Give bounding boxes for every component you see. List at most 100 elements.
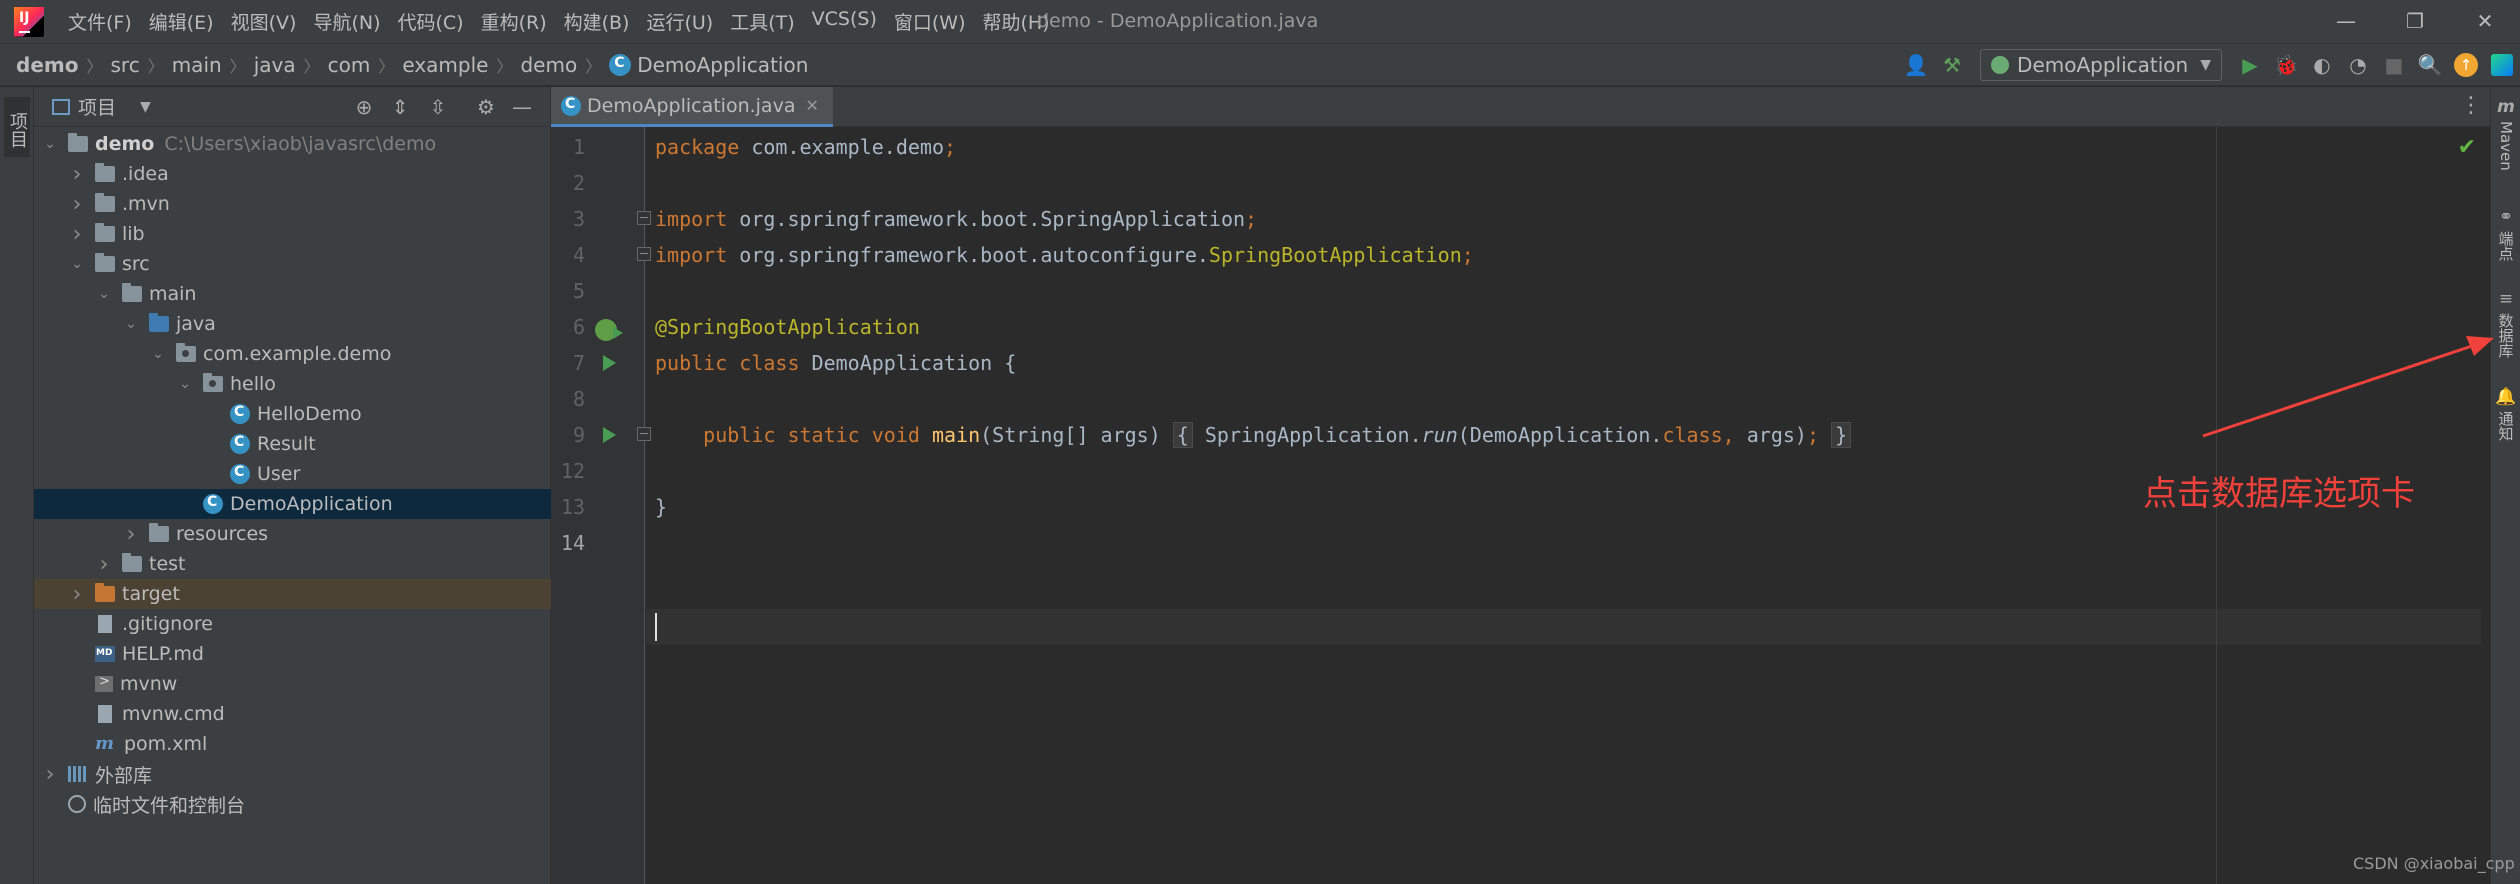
profile-icon[interactable]: ◔ <box>2340 47 2376 83</box>
tool-tab-notifications[interactable]: 🔔 通知 <box>2491 387 2520 441</box>
debug-icon[interactable]: 🐞 <box>2268 47 2304 83</box>
menu-item[interactable]: 重构(R) <box>481 8 547 35</box>
run-icon[interactable]: ▶ <box>2232 47 2268 83</box>
tree-item[interactable]: › test <box>34 549 551 579</box>
editor-gutter[interactable]: 1 2 3 4 5 6 7 8 9 12 13 14 <box>551 127 651 884</box>
restore-button[interactable]: ❐ <box>2400 6 2430 36</box>
menu-item[interactable]: 运行(U) <box>646 8 713 35</box>
breadcrumb-item[interactable]: src <box>110 53 139 77</box>
locate-file-icon[interactable]: ⊕ <box>350 93 378 121</box>
tree-item[interactable]: › .mvn <box>34 189 551 219</box>
tree-item[interactable]: ›mvnw <box>34 669 551 699</box>
tree-item[interactable]: › resources <box>34 519 551 549</box>
chevron-down-icon[interactable]: ⌄ <box>177 376 193 392</box>
menu-item[interactable]: VCS(S) <box>812 8 877 35</box>
chevron-right-icon[interactable]: › <box>42 762 58 787</box>
spring-bean-gutter-icon[interactable] <box>595 319 623 341</box>
breadcrumb-item[interactable]: example <box>402 53 488 77</box>
chevron-right-icon[interactable]: › <box>69 582 85 607</box>
java-class-icon <box>561 95 581 116</box>
tree-item[interactable]: ›.gitignore <box>34 609 551 639</box>
breadcrumb-item[interactable]: demo <box>520 53 577 77</box>
chevron-down-icon[interactable]: ⌄ <box>123 316 139 332</box>
chevron-down-icon[interactable]: ⌄ <box>42 136 58 152</box>
tree-item[interactable]: ›Result <box>34 429 551 459</box>
chevron-right-icon[interactable]: › <box>123 522 139 547</box>
build-hammer-icon[interactable]: ⚒ <box>1934 47 1970 83</box>
intellij-logo-icon[interactable]: IJ <box>14 6 44 37</box>
expand-all-icon[interactable]: ⇕ <box>386 93 414 121</box>
breadcrumb-item[interactable]: demo <box>16 53 78 77</box>
chevron-right-icon[interactable]: › <box>69 192 85 217</box>
breadcrumb-item[interactable]: java <box>254 53 296 77</box>
tree-item[interactable]: ⌄ com.example.demo <box>34 339 551 369</box>
menu-item[interactable]: 窗口(W) <box>894 8 966 35</box>
tree-item[interactable]: ⌄ java <box>34 309 551 339</box>
menu-item[interactable]: 编辑(E) <box>149 8 214 35</box>
tree-item[interactable]: ›DemoApplication <box>34 489 551 519</box>
stop-icon[interactable]: ■ <box>2376 47 2412 83</box>
tree-item[interactable]: ›HELP.md <box>34 639 551 669</box>
tree-item[interactable]: › lib <box>34 219 551 249</box>
chevron-right-icon[interactable]: › <box>96 552 112 577</box>
tree-item[interactable]: ›User <box>34 459 551 489</box>
menu-item[interactable]: 导航(N) <box>313 8 380 35</box>
menu-item[interactable]: 代码(C) <box>397 8 463 35</box>
tree-item[interactable]: › target <box>34 579 551 609</box>
tree-item[interactable]: ›mpom.xml <box>34 729 551 759</box>
run-configuration-dropdown[interactable]: DemoApplication ▼ <box>1980 49 2222 81</box>
chevron-right-icon[interactable]: › <box>69 162 85 187</box>
tree-item[interactable]: ⌄ main <box>34 279 551 309</box>
view-dropdown-icon[interactable]: ▼ <box>140 99 151 115</box>
project-tool-tab[interactable]: 项目 <box>4 97 30 157</box>
code-token: ; <box>943 135 957 159</box>
hide-panel-icon[interactable]: — <box>508 93 536 121</box>
code-token[interactable]: } <box>1831 422 1852 448</box>
run-gutter-icon[interactable] <box>603 427 616 443</box>
user-profile-icon[interactable]: 👤 <box>1898 47 1934 83</box>
inspection-ok-icon[interactable]: ✔ <box>2458 135 2476 160</box>
tree-item[interactable]: ⌄ hello <box>34 369 551 399</box>
chevron-down-icon[interactable]: ⌄ <box>96 286 112 302</box>
breadcrumb-separator-icon: 〉 <box>496 56 513 76</box>
tool-tab-database[interactable]: ≡ 数据库 <box>2491 289 2520 358</box>
tool-tab-endpoints[interactable]: ⚭ 端点 <box>2491 207 2520 261</box>
close-button[interactable]: ✕ <box>2470 6 2500 36</box>
menu-item[interactable]: 视图(V) <box>231 8 297 35</box>
minimize-button[interactable]: — <box>2331 6 2361 36</box>
tool-tab-maven[interactable]: m Maven <box>2491 97 2520 171</box>
ide-features-icon[interactable] <box>2484 47 2520 83</box>
tree-item-label: resources <box>176 523 269 545</box>
coverage-icon[interactable]: ◐ <box>2304 47 2340 83</box>
chevron-down-icon[interactable]: ⌄ <box>69 256 85 272</box>
tab-demoapplication-java[interactable]: DemoApplication.java ✕ <box>551 87 833 127</box>
chevron-down-icon[interactable]: ⌄ <box>150 346 166 362</box>
gear-icon[interactable]: ⚙ <box>472 93 500 121</box>
search-icon[interactable]: 🔍 <box>2412 47 2448 83</box>
breadcrumb-item[interactable]: DemoApplication <box>637 53 808 77</box>
folder-icon <box>95 223 115 242</box>
tree-item[interactable]: › 外部库 <box>34 759 551 789</box>
tree-item[interactable]: ⌄ src <box>34 249 551 279</box>
close-tab-icon[interactable]: ✕ <box>805 96 818 115</box>
menu-item[interactable]: 构建(B) <box>564 8 630 35</box>
more-options-icon[interactable]: ⋮ <box>2460 93 2482 118</box>
breadcrumb-item[interactable]: com <box>328 53 371 77</box>
tree-item[interactable]: ⌄ demo C:\Users\xiaob\javasrc\demo <box>34 129 551 159</box>
tree-item[interactable]: ›HelloDemo <box>34 399 551 429</box>
fold-marker-icon[interactable] <box>637 247 651 261</box>
fold-marker-icon[interactable] <box>637 211 651 225</box>
menu-item[interactable]: 文件(F) <box>68 8 132 35</box>
tree-item[interactable]: ›mvnw.cmd <box>34 699 551 729</box>
fold-marker-icon[interactable] <box>637 427 651 441</box>
update-icon[interactable]: ↑ <box>2448 47 2484 83</box>
tree-item[interactable]: › .idea <box>34 159 551 189</box>
code-token[interactable]: { <box>1172 422 1193 448</box>
project-panel-title[interactable]: 项目 <box>78 93 116 120</box>
run-gutter-icon[interactable] <box>603 355 616 371</box>
collapse-all-icon[interactable]: ⇳ <box>424 93 452 121</box>
menu-item[interactable]: 工具(T) <box>730 8 794 35</box>
chevron-right-icon[interactable]: › <box>69 222 85 247</box>
breadcrumb-item[interactable]: main <box>172 53 222 77</box>
tree-item[interactable]: ›临时文件和控制台 <box>34 789 551 819</box>
